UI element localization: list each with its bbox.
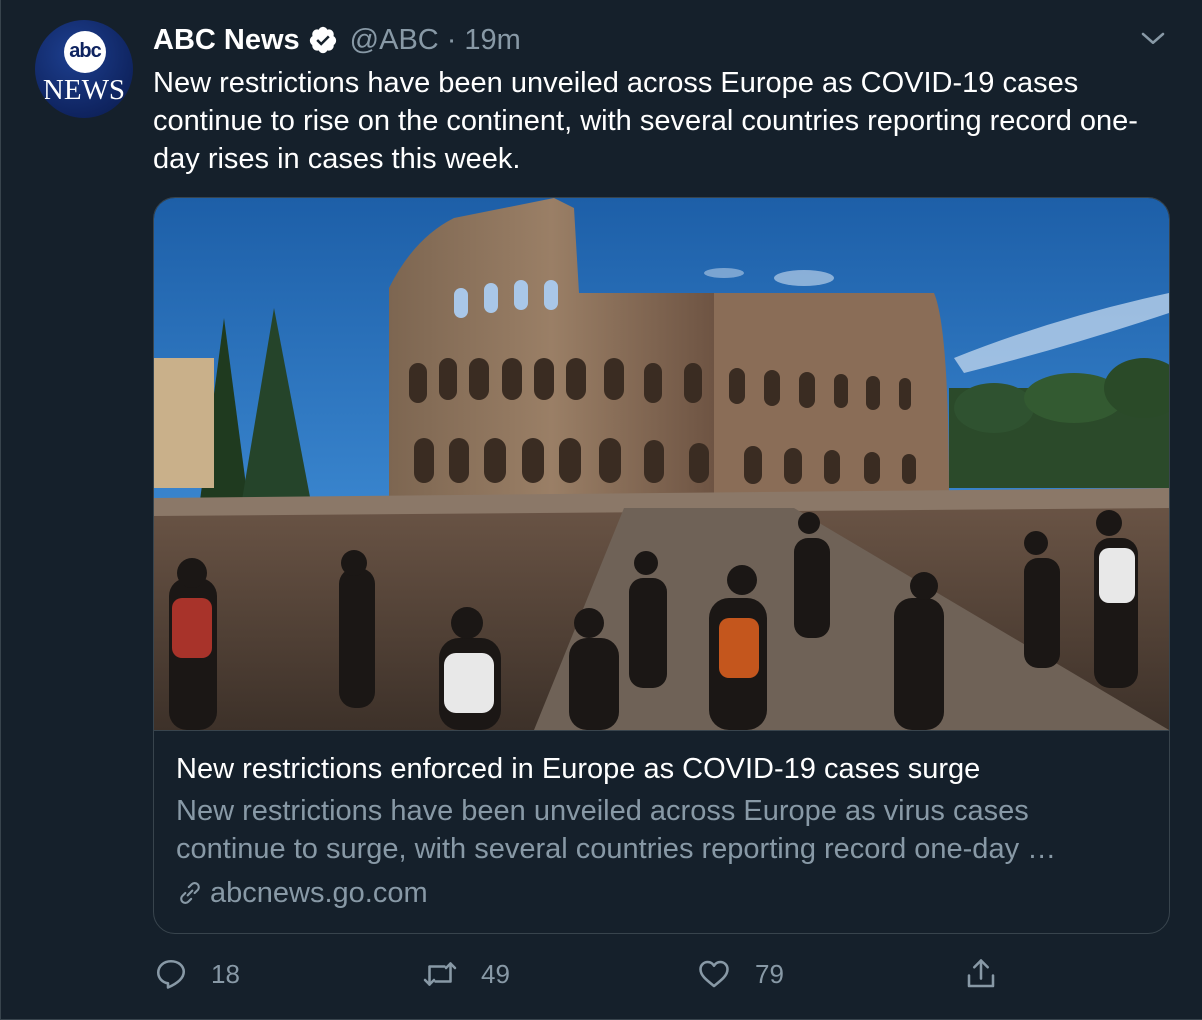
colosseum-photo (154, 198, 1169, 730)
separator-dot: · (446, 23, 457, 56)
reply-icon (156, 959, 186, 989)
retweet-button[interactable]: 49 (421, 952, 510, 996)
chevron-down-icon[interactable] (1138, 24, 1168, 54)
card-title[interactable]: New restrictions enforced in Europe as C… (176, 750, 980, 788)
tweet-header: ABC News @ABC · 19m (153, 20, 521, 60)
avatar[interactable]: abc NEWS (35, 20, 133, 118)
link-card[interactable]: New restrictions enforced in Europe as C… (153, 197, 1170, 934)
tweet-actions: 18 49 79 (153, 952, 1013, 996)
abc-logo: abc (64, 31, 106, 73)
card-domain[interactable]: abcnews.go.com (176, 874, 428, 912)
retweet-count: 49 (481, 958, 510, 989)
card-image[interactable] (154, 198, 1169, 731)
tweet-text: New restrictions have been unveiled acro… (153, 67, 1138, 175)
card-description: New restrictions have been unveiled acro… (176, 795, 1057, 865)
reply-button[interactable]: 18 (153, 952, 240, 996)
heart-icon (699, 960, 729, 988)
display-name[interactable]: ABC News (153, 24, 300, 57)
share-icon (967, 959, 995, 988)
reply-count: 18 (211, 958, 240, 989)
verified-badge-icon (309, 26, 336, 54)
link-icon (180, 882, 200, 904)
retweet-icon (423, 962, 457, 986)
like-count: 79 (755, 958, 784, 989)
card-domain-text: abcnews.go.com (210, 877, 428, 909)
like-button[interactable]: 79 (695, 952, 784, 996)
news-wordmark: NEWS (42, 74, 126, 106)
tweet-timestamp[interactable]: 19m (464, 24, 520, 57)
share-button[interactable] (963, 952, 999, 996)
user-handle[interactable]: @ABC (350, 24, 439, 57)
tweet[interactable]: abc NEWS ABC News @ABC · 19m New restric… (0, 0, 1202, 1020)
